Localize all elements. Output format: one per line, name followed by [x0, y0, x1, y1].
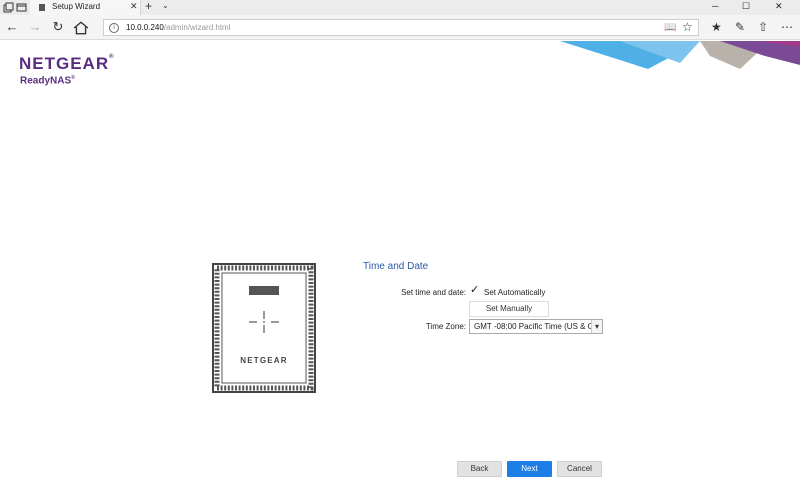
dropdown-arrow-icon[interactable]: ▾ — [591, 320, 602, 333]
tab-setup-wizard[interactable]: Setup Wizard ✕ — [30, 0, 141, 15]
site-info-icon[interactable]: i — [109, 23, 119, 33]
checkmark-icon: ✓ — [470, 284, 480, 296]
time-zone-label: Time Zone: — [425, 322, 466, 331]
web-note-icon[interactable]: ✎ — [735, 20, 745, 34]
maximize-button[interactable]: ☐ — [742, 1, 750, 12]
address-bar[interactable]: i 10.0.0.240/admin/wizard.html 📖 ☆ — [103, 19, 699, 36]
readynas-device-illustration: NETGEAR — [212, 263, 316, 393]
time-zone-value: GMT -08:00 Pacific Time (US & Canada) — [474, 322, 602, 331]
header-banner-graphic — [560, 41, 800, 69]
refresh-icon[interactable]: ↻ — [50, 20, 66, 34]
set-time-label: Set time and date: — [401, 288, 466, 297]
tab-close-icon[interactable]: ✕ — [130, 1, 138, 12]
back-button[interactable]: Back — [457, 461, 502, 477]
minimize-button[interactable]: ─ — [712, 1, 718, 11]
netgear-logo: NETGEAR® — [19, 54, 115, 73]
set-manually-button[interactable]: Set Manually — [469, 301, 549, 317]
tab-list-chevron-icon[interactable]: ⌄ — [162, 1, 169, 10]
next-button[interactable]: Next — [507, 461, 552, 477]
more-icon[interactable]: ⋯ — [781, 20, 793, 34]
favorites-hub-icon[interactable]: ★ — [711, 20, 722, 34]
favicon-icon — [39, 4, 45, 11]
set-automatically-label[interactable]: Set Automatically — [484, 288, 545, 297]
reading-view-icon[interactable]: 📖 — [664, 22, 676, 33]
address-url[interactable]: 10.0.0.240/admin/wizard.html — [126, 23, 231, 32]
tab-preview-icon[interactable] — [16, 2, 27, 13]
set-automatically-checkbox[interactable]: ✓ — [470, 284, 480, 296]
readynas-logo: ReadyNAS® — [20, 75, 75, 87]
browser-tab-bar: Setup Wizard ✕ + ⌄ ─ ☐ ✕ — [0, 0, 800, 15]
forward-arrow-icon[interactable]: → — [27, 20, 43, 34]
device-brand-label: NETGEAR — [240, 356, 288, 365]
favorite-star-icon[interactable]: ☆ — [682, 20, 693, 34]
home-icon[interactable] — [73, 21, 89, 35]
section-title: Time and Date — [363, 261, 429, 272]
time-zone-select[interactable]: GMT -08:00 Pacific Time (US & Canada) ▾ — [469, 319, 603, 334]
new-tab-button[interactable]: + — [145, 0, 152, 13]
wizard-page: NETGEAR® ReadyNAS® NETGEAR Time and Date… — [0, 41, 800, 483]
share-icon[interactable]: ⇧ — [758, 20, 768, 34]
close-window-button[interactable]: ✕ — [775, 1, 783, 12]
tab-title: Setup Wizard — [52, 2, 101, 11]
cancel-button[interactable]: Cancel — [557, 461, 602, 477]
browser-nav-bar: ← → ↻ i 10.0.0.240/admin/wizard.html 📖 ☆… — [0, 15, 800, 40]
tab-actions-icon[interactable] — [3, 2, 14, 13]
back-arrow-icon[interactable]: ← — [4, 20, 20, 34]
